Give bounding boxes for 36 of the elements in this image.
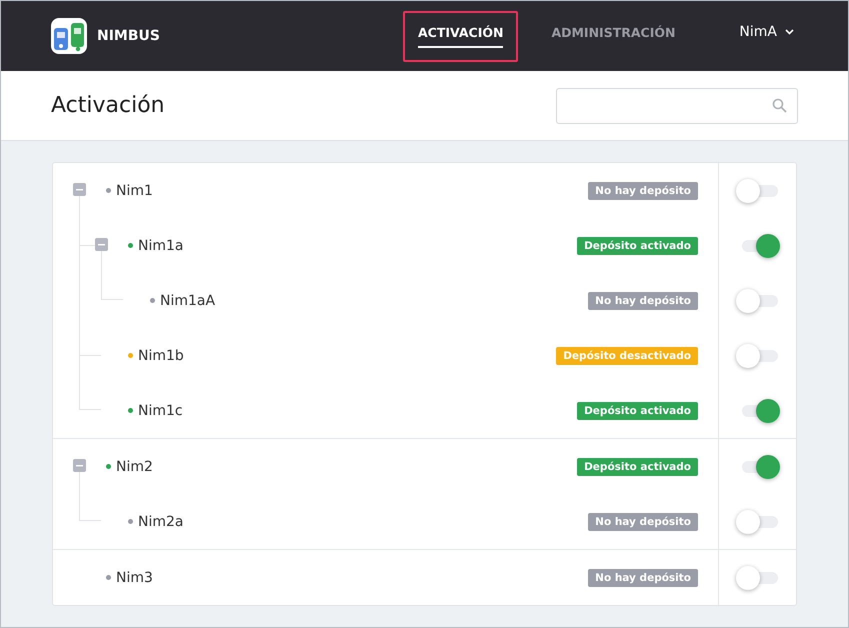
- status-badge: No hay depósito: [588, 292, 698, 310]
- toggle-switch[interactable]: [738, 288, 778, 312]
- search-icon: [772, 98, 787, 113]
- minus-icon: [76, 186, 83, 193]
- toggle-switch[interactable]: [738, 510, 778, 534]
- status-badge: No hay depósito: [588, 568, 698, 586]
- status-badge: Depósito activado: [577, 458, 698, 476]
- node-name: Nim1: [116, 182, 153, 198]
- status-badge: Depósito activado: [577, 402, 698, 420]
- node-name: Nim2: [116, 458, 153, 474]
- status-badge: Depósito activado: [577, 236, 698, 254]
- status-badge: No hay depósito: [588, 182, 698, 200]
- status-badge: Depósito desactivado: [556, 346, 698, 364]
- nav-tab[interactable]: ACTIVACIÓN: [403, 10, 518, 62]
- nav-tab[interactable]: ADMINISTRACIÓN: [536, 10, 690, 62]
- collapse-toggle[interactable]: [95, 238, 108, 251]
- app-name: NIMBUS: [97, 28, 160, 44]
- minus-icon: [98, 241, 105, 248]
- toggle-switch[interactable]: [738, 344, 778, 368]
- search-field[interactable]: [556, 88, 798, 124]
- minus-icon: [76, 462, 83, 469]
- node-name: Nim1a: [138, 238, 184, 254]
- status-badge: No hay depósito: [588, 512, 698, 530]
- node-name: Nim1aA: [160, 292, 216, 308]
- collapse-toggle[interactable]: [73, 459, 86, 472]
- page-title: Activación: [51, 93, 165, 118]
- collapse-toggle[interactable]: [73, 183, 86, 196]
- node-name: Nim1c: [138, 402, 183, 418]
- node-name: Nim1b: [138, 348, 184, 364]
- logo-icon: [51, 18, 87, 54]
- chevron-down-icon: [785, 29, 794, 35]
- toggle-switch[interactable]: [738, 566, 778, 590]
- toggle-switch[interactable]: [738, 178, 778, 202]
- node-name: Nim2a: [138, 514, 184, 530]
- user-menu[interactable]: NimA: [733, 23, 800, 41]
- node-name: Nim3: [116, 570, 153, 586]
